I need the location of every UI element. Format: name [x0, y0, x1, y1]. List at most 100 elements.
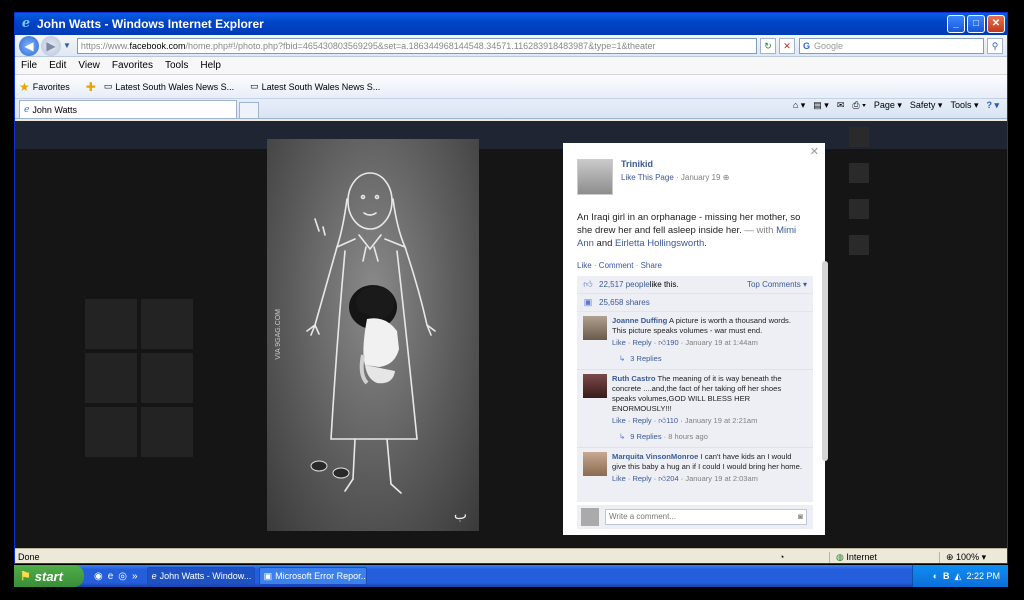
nav-dropdown-icon[interactable]: ▼ — [63, 41, 71, 50]
top-comments-dropdown[interactable]: Top Comments ▾ — [747, 280, 807, 289]
write-comment-input[interactable]: Write a comment... ◙ — [605, 509, 807, 525]
firefox-icon[interactable]: ◉ — [94, 571, 103, 582]
comment-like-link[interactable]: Like — [612, 416, 626, 425]
favorites-button[interactable]: ★ Favorites — [19, 80, 70, 94]
commenter-name[interactable]: Joanne Duffing — [612, 316, 667, 325]
quick-launch-more-icon[interactable]: » — [132, 571, 138, 582]
caption-period: . — [704, 238, 707, 249]
post-caption: An Iraqi girl in an orphanage - missing … — [577, 211, 809, 250]
commenter-avatar[interactable] — [583, 316, 607, 340]
title-bar[interactable]: e John Watts - Windows Internet Explorer… — [15, 13, 1007, 35]
menu-edit[interactable]: Edit — [49, 60, 66, 71]
replies-count[interactable]: 3 Replies — [630, 354, 661, 363]
close-icon[interactable]: ✕ — [810, 145, 819, 158]
comment-time[interactable]: January 19 at 1:44am — [685, 338, 758, 347]
share-link[interactable]: Share — [641, 261, 662, 270]
comment-like-link[interactable]: Like — [612, 474, 626, 483]
menu-file[interactable]: File — [21, 60, 37, 71]
comment-link[interactable]: Comment — [599, 261, 634, 270]
dimmed-ticker-item — [849, 199, 1007, 229]
close-button[interactable]: ✕ — [987, 15, 1005, 33]
thumbs-up-icon: 👍︎ — [658, 338, 667, 347]
tray-b-icon[interactable]: B — [943, 571, 950, 581]
start-button[interactable]: ⚑ start — [14, 565, 84, 587]
commenter-name[interactable]: Marquita VinsonMonroe — [612, 452, 698, 461]
shares-count[interactable]: 25,658 shares — [599, 298, 650, 307]
photo-watermark: VIA 9GAG.COM — [275, 309, 282, 360]
zoom-control[interactable]: ⊕ 100% ▾ — [939, 551, 1007, 563]
address-bar[interactable]: https://www. facebook.com/home.php#!/phot… — [76, 37, 757, 54]
comment-like-count[interactable]: 190 — [666, 338, 679, 347]
dimmed-thumb — [141, 353, 193, 403]
comment-time[interactable]: January 19 at 2:21am — [685, 416, 758, 425]
maximize-button[interactable]: □ — [967, 15, 985, 33]
favorite-link-2[interactable]: ▭ Latest South Wales News S... — [250, 81, 380, 92]
taskbar-item-ie[interactable]: e John Watts - Window... — [146, 567, 255, 585]
comment-reply-link[interactable]: Reply — [632, 338, 651, 347]
page-name[interactable]: Trinikid — [621, 159, 729, 169]
stop-button[interactable]: ✕ — [779, 37, 795, 54]
commenter-name[interactable]: Ruth Castro — [612, 374, 655, 383]
comment-like-count[interactable]: 110 — [666, 416, 678, 425]
comment-like-count[interactable]: 204 — [666, 474, 679, 483]
menu-view[interactable]: View — [78, 60, 100, 71]
tray-volume-icon[interactable]: ◭ — [955, 571, 962, 582]
commenter-avatar[interactable] — [583, 374, 607, 398]
menu-help[interactable]: Help — [200, 60, 221, 71]
help-icon[interactable]: ? ▾ — [986, 100, 999, 111]
ie-icon[interactable]: e — [108, 571, 114, 582]
search-button[interactable]: ⚲ — [987, 37, 1003, 54]
forward-button[interactable]: ▶ — [41, 35, 61, 56]
tray-network-icon[interactable]: ◐ — [933, 571, 938, 581]
comment-like-link[interactable]: Like — [612, 338, 626, 347]
print-icon[interactable]: ⎙ ▾ — [852, 100, 865, 111]
address-row: ◀ ▶ ▼ https://www. facebook.com/home.php#… — [15, 35, 1007, 57]
likes-count[interactable]: 22,517 people — [599, 280, 650, 289]
like-link[interactable]: Like — [577, 261, 592, 270]
favorites-bar: ★ Favorites ✚ ▭ Latest South Wales News … — [15, 75, 1007, 99]
tools-menu[interactable]: Tools ▾ — [950, 100, 978, 111]
theater-photo[interactable]: VIA 9GAG.COM ب — [267, 139, 479, 531]
comment-time[interactable]: January 19 at 2:03am — [685, 474, 758, 483]
post-date[interactable]: January 19 — [681, 173, 721, 182]
shares-row: ▣ 25,658 shares — [577, 294, 813, 312]
google-icon: G — [803, 40, 811, 51]
commenter-avatar[interactable] — [583, 452, 607, 476]
tab-label: John Watts — [32, 104, 78, 115]
comment-reply-link[interactable]: Reply — [632, 416, 651, 425]
replies-link[interactable]: ↳ 3 Replies — [577, 348, 813, 370]
camera-icon[interactable]: ◙ — [798, 510, 803, 524]
search-box[interactable]: G Google — [799, 37, 984, 54]
add-favorite-icon[interactable]: ✚ — [86, 80, 96, 94]
home-icon[interactable]: ⌂ ▾ — [793, 100, 805, 111]
menu-favorites[interactable]: Favorites — [112, 60, 153, 71]
favorite-link-1[interactable]: ▭ Latest South Wales News S... — [104, 81, 234, 92]
mail-icon[interactable]: ✉ — [837, 100, 845, 111]
like-page-link[interactable]: Like This Page — [621, 173, 674, 182]
tab-john-watts[interactable]: e John Watts — [19, 100, 237, 118]
panel-scrollbar[interactable] — [822, 261, 828, 461]
taskbar-item-error-report[interactable]: ▣ Microsoft Error Repor... — [258, 567, 367, 585]
zone-label: Internet — [846, 551, 877, 562]
page-menu[interactable]: Page ▾ — [874, 100, 902, 111]
clock[interactable]: 2:22 PM — [966, 571, 1000, 581]
feeds-icon[interactable]: ▤ ▾ — [813, 100, 829, 111]
dimmed-left-column — [77, 149, 197, 548]
comment-reply-link[interactable]: Reply — [632, 474, 651, 483]
tab-ie-icon: e — [24, 104, 30, 115]
menu-tools[interactable]: Tools — [165, 60, 188, 71]
page-avatar[interactable] — [577, 159, 613, 195]
taskbar-item-ie-label: John Watts - Window... — [159, 571, 252, 581]
refresh-button[interactable]: ↻ — [760, 37, 776, 54]
quick-launch: ◉ e ◎ » — [94, 571, 143, 582]
security-zone[interactable]: ◍ Internet — [829, 551, 939, 563]
chrome-icon[interactable]: ◎ — [118, 571, 127, 582]
replies-count[interactable]: 9 Replies — [630, 432, 661, 441]
protected-mode-icon: ◔ — [779, 552, 785, 562]
safety-menu[interactable]: Safety ▾ — [910, 100, 943, 111]
new-tab-button[interactable] — [239, 102, 259, 118]
minimize-button[interactable]: _ — [947, 15, 965, 33]
replies-link[interactable]: ↳ 9 Replies · 8 hours ago — [577, 426, 813, 448]
back-button[interactable]: ◀ — [19, 35, 39, 56]
tag-eirletta-hollingsworth[interactable]: Eirletta Hollingsworth — [615, 238, 704, 249]
